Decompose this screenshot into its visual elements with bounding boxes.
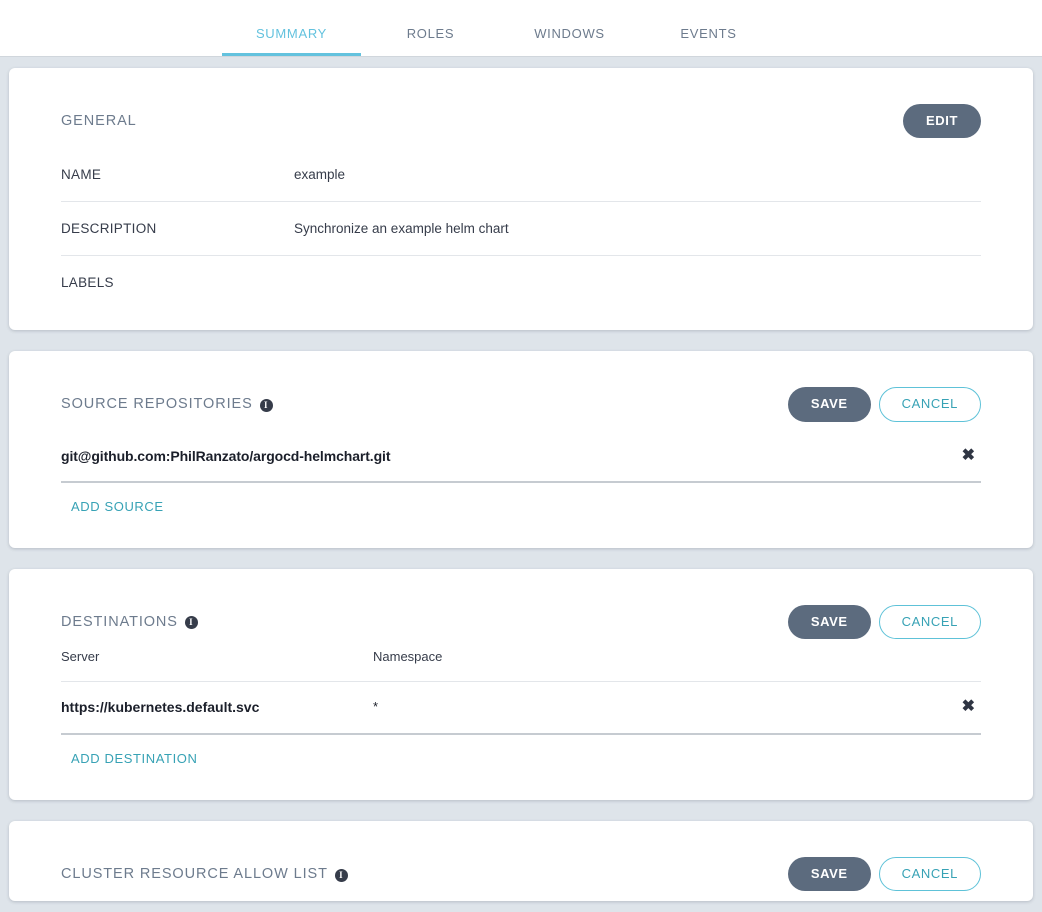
add-destination-button[interactable]: ADD DESTINATION	[61, 735, 198, 800]
cluster-resource-allow-list-actions: SAVE CANCEL	[787, 856, 981, 892]
destinations-title: DESTINATIONS i	[61, 614, 198, 630]
general-title: GENERAL	[61, 113, 137, 129]
save-button[interactable]: SAVE	[787, 604, 871, 639]
tab-bar: SUMMARY ROLES WINDOWS EVENTS	[0, 0, 1042, 56]
destinations-actions: SAVE CANCEL	[787, 604, 981, 639]
destination-server[interactable]: https://kubernetes.default.svc	[61, 699, 373, 715]
field-label-labels: LABELS	[61, 275, 114, 291]
field-label-description: DESCRIPTION	[61, 221, 157, 237]
table-row: https://kubernetes.default.svc * ✖	[61, 682, 981, 735]
save-button[interactable]: SAVE	[787, 387, 871, 422]
field-row-description: DESCRIPTION Synchronize an example helm …	[61, 202, 981, 257]
general-card-header: GENERAL EDIT	[61, 68, 981, 148]
page-content: GENERAL EDIT NAME example DESCRIPTION Sy…	[0, 56, 1042, 912]
info-icon[interactable]: i	[334, 868, 348, 882]
remove-icon[interactable]: ✖	[956, 698, 981, 715]
general-title-text: GENERAL	[61, 113, 137, 130]
info-icon[interactable]: i	[184, 616, 198, 630]
source-repositories-title-text: SOURCE REPOSITORIES	[61, 396, 253, 413]
source-repositories-actions: SAVE CANCEL	[787, 387, 981, 422]
general-actions: EDIT	[902, 104, 981, 139]
source-repositories-title: SOURCE REPOSITORIES i	[61, 396, 273, 412]
cancel-button[interactable]: CANCEL	[878, 856, 981, 892]
cluster-resource-allow-list-card: CLUSTER RESOURCE ALLOW LIST i SAVE CANCE…	[9, 820, 1033, 902]
field-value-description: Synchronize an example helm chart	[294, 221, 509, 237]
tab-windows[interactable]: WINDOWS	[500, 26, 639, 56]
field-row-name: NAME example	[61, 148, 981, 203]
source-repositories-card: SOURCE REPOSITORIES i SAVE CANCEL git@gi…	[9, 351, 1033, 548]
remove-icon[interactable]: ✖	[956, 447, 981, 464]
column-header-server: Server	[61, 648, 100, 664]
source-repositories-header: SOURCE REPOSITORIES i SAVE CANCEL	[61, 351, 981, 431]
tab-summary[interactable]: SUMMARY	[222, 26, 361, 56]
destinations-table-header: Server Namespace	[61, 649, 981, 682]
field-row-labels: LABELS	[61, 256, 981, 330]
destinations-header: DESTINATIONS i SAVE CANCEL	[61, 569, 981, 649]
info-icon[interactable]: i	[259, 398, 273, 412]
destinations-title-text: DESTINATIONS	[61, 613, 178, 630]
edit-button[interactable]: EDIT	[902, 104, 981, 139]
add-source-button[interactable]: ADD SOURCE	[61, 483, 164, 548]
cancel-button[interactable]: CANCEL	[878, 604, 981, 639]
destinations-card: DESTINATIONS i SAVE CANCEL Server Namesp…	[9, 568, 1033, 800]
cluster-resource-allow-list-title-text: CLUSTER RESOURCE ALLOW LIST	[61, 866, 328, 883]
save-button[interactable]: SAVE	[787, 856, 871, 892]
tab-events[interactable]: EVENTS	[639, 26, 778, 56]
general-card: GENERAL EDIT NAME example DESCRIPTION Sy…	[9, 68, 1033, 331]
tab-roles[interactable]: ROLES	[361, 26, 500, 56]
cancel-button[interactable]: CANCEL	[878, 387, 981, 422]
cluster-resource-allow-list-header: CLUSTER RESOURCE ALLOW LIST i SAVE CANCE…	[61, 821, 981, 901]
column-header-namespace: Namespace	[373, 648, 443, 664]
cluster-resource-allow-list-title: CLUSTER RESOURCE ALLOW LIST i	[61, 866, 348, 882]
source-repository-row: git@github.com:PhilRanzato/argocd-helmch…	[61, 432, 981, 483]
field-value-name: example	[294, 167, 346, 183]
field-label-name: NAME	[61, 167, 102, 183]
destination-namespace[interactable]: *	[373, 699, 956, 714]
source-repository-url[interactable]: git@github.com:PhilRanzato/argocd-helmch…	[61, 448, 956, 464]
